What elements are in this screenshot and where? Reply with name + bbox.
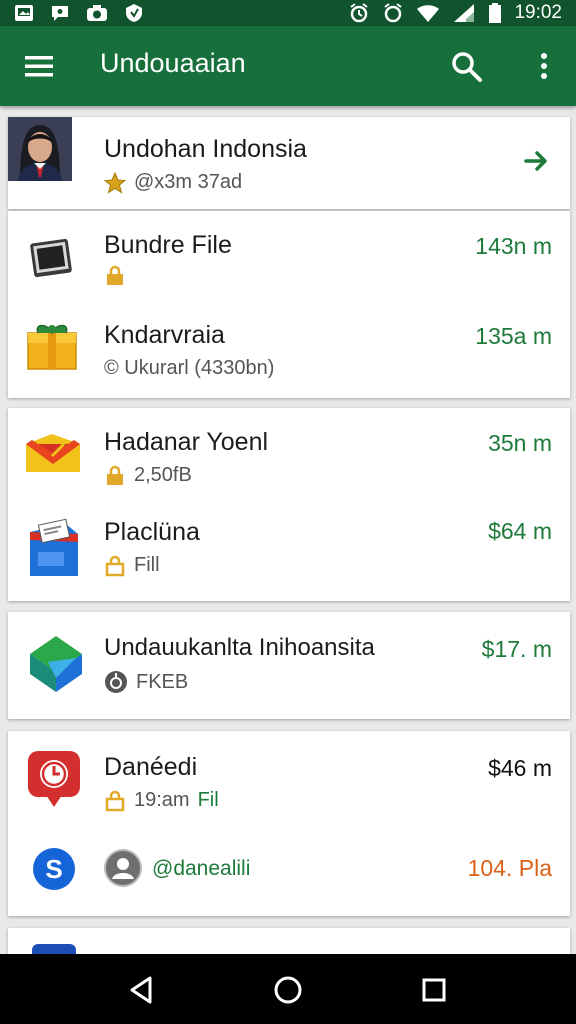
item-sub: [104, 265, 126, 287]
tablet-device-icon: [24, 233, 76, 288]
list-item[interactable]: S @danealili 104. Pla: [8, 829, 570, 916]
ticket-box-icon: [26, 518, 82, 585]
profile-open-button[interactable]: [520, 145, 552, 177]
profile-subtitle: @x3m 37ad: [134, 171, 243, 193]
contact-avatar: [104, 849, 142, 887]
signal-icon: [454, 4, 475, 22]
lock-icon: [107, 465, 123, 485]
person-icon: [104, 849, 142, 887]
alarm-icon: [384, 3, 403, 23]
app-title: Undouaaian: [100, 48, 246, 78]
item-price: $64 m: [488, 518, 552, 544]
lock-icon: [105, 555, 125, 576]
file-card: Bundre File 143n m Kndarvraia © Ukurarl …: [8, 211, 570, 398]
item-sub-text: FKEB: [136, 670, 189, 693]
camera-icon: [87, 5, 107, 21]
home-button[interactable]: [270, 972, 306, 1008]
item-sub-text: Fill: [134, 554, 160, 576]
item-name: Hadanar Yoenl: [104, 428, 269, 456]
partial-icon: [32, 944, 76, 954]
menu-icon: [25, 56, 53, 77]
item-name: @danealili: [152, 857, 251, 880]
more-options-button[interactable]: [530, 46, 558, 86]
back-button[interactable]: [124, 972, 160, 1008]
clock-icon: [105, 671, 127, 693]
search-button[interactable]: [448, 48, 486, 86]
item-sub: FKEB: [104, 670, 188, 694]
item-price: 135a m: [475, 323, 552, 349]
star-icon: [104, 171, 126, 194]
envelope-icon: [22, 430, 84, 485]
arrow-right-icon: [524, 151, 547, 171]
profile-card[interactable]: Undohan Indonsia @x3m 37ad: [8, 117, 570, 209]
list-item[interactable]: Danéedi 19:am Fil $46 m: [8, 731, 570, 829]
item-sub-text: © Ukurarl (4330bn): [104, 357, 275, 379]
clock-pin-icon: [26, 749, 82, 816]
recents-button[interactable]: [416, 972, 452, 1008]
navigation-bar: [0, 954, 576, 1024]
list-item[interactable]: Bundre File 143n m: [8, 211, 570, 303]
item-price: $17. m: [481, 636, 552, 662]
chat-icon: [52, 6, 68, 21]
item-sub-text: 2,50fB: [134, 464, 192, 486]
alarm-icon: [350, 3, 369, 23]
svg-text:S: S: [45, 854, 62, 884]
wifi-icon: [417, 5, 440, 22]
item-name: Danéedi: [104, 753, 198, 781]
gift-box-icon: [24, 317, 80, 378]
recents-square-icon: [422, 978, 446, 1002]
list-item[interactable]: Hadanar Yoenl 2,50fB 35n m: [8, 408, 570, 504]
search-icon: [452, 52, 482, 82]
item-name: Undauukanlta Inihoansita: [104, 634, 375, 661]
status-bar: 19:02: [0, 0, 576, 26]
item-sub: 2,50fB: [104, 464, 192, 487]
app-bar: Undouaaian: [0, 26, 576, 106]
item-price: 104. Pla: [467, 855, 552, 881]
battery-icon: [489, 3, 502, 23]
item-sub: 19:am Fil: [104, 789, 219, 812]
item-name: Placlüna: [104, 518, 200, 546]
file-card: Hadanar Yoenl 2,50fB 35n m Placlüna Fill…: [8, 408, 570, 601]
profile-subtitle-row: @x3m 37ad: [104, 171, 242, 194]
item-name: Kndarvraia: [104, 321, 225, 349]
item-name: Bundre File: [104, 231, 232, 259]
list-item[interactable]: Undauukanlta Inihoansita FKEB $17. m: [8, 612, 570, 719]
list-item[interactable]: Placlüna Fill $64 m: [8, 504, 570, 601]
item-sub: Fill: [104, 554, 160, 577]
back-triangle-icon: [130, 976, 152, 1004]
item-sub: © Ukurarl (4330bn): [104, 357, 274, 380]
item-price: $46 m: [488, 755, 552, 781]
shield-icon: [126, 4, 142, 22]
menu-button[interactable]: [22, 50, 58, 82]
item-price: 143n m: [475, 233, 552, 259]
more-vert-icon: [541, 53, 547, 79]
file-card-partial: [8, 928, 570, 954]
item-price: 35n m: [488, 430, 552, 456]
gallery-icon: [15, 5, 33, 21]
lock-icon: [107, 265, 123, 285]
profile-name: Undohan Indonsia: [104, 135, 307, 163]
file-card: Undauukanlta Inihoansita FKEB $17. m: [8, 612, 570, 719]
clock-time: 19:02: [514, 2, 562, 23]
lock-icon: [105, 790, 125, 811]
item-sub-text: 19:am: [134, 789, 190, 811]
list-item[interactable]: Kndarvraia © Ukurarl (4330bn) 135a m: [8, 303, 570, 398]
file-card: Danéedi 19:am Fil $46 m S @danealili 104…: [8, 731, 570, 916]
green-cube-icon: [26, 632, 86, 699]
home-circle-icon: [274, 976, 302, 1004]
avatar: [8, 117, 72, 181]
dollar-circle-icon: S: [32, 847, 76, 896]
item-sub-extra: Fil: [197, 789, 219, 811]
